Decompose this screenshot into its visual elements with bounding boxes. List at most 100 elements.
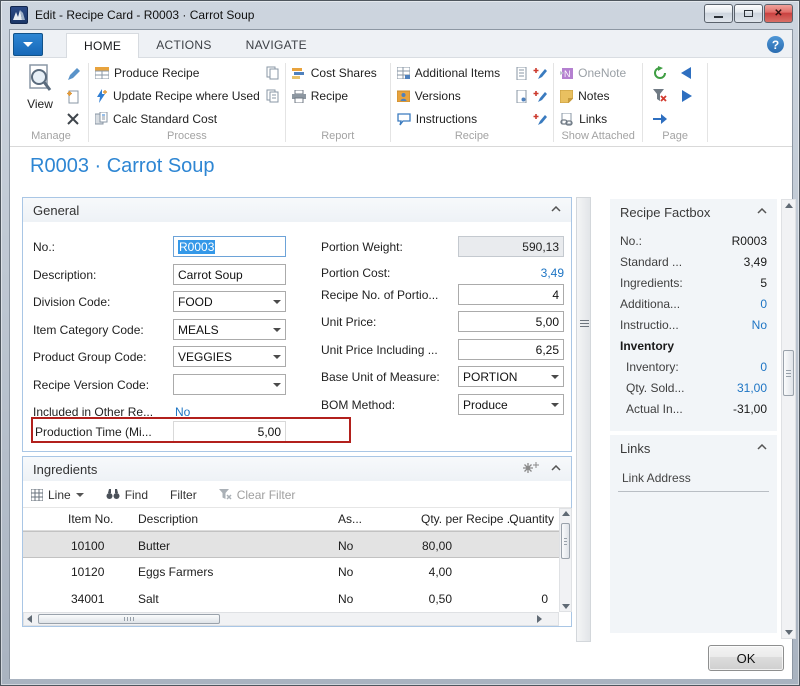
column-as[interactable]: As...: [338, 512, 362, 526]
scrollbar-thumb[interactable]: [783, 350, 794, 396]
included-other-value[interactable]: No: [175, 405, 190, 419]
instructions-button[interactable]: Instructions: [397, 112, 477, 126]
edit-button[interactable]: [64, 65, 82, 83]
chevron-down-icon: [273, 300, 281, 304]
minimize-button[interactable]: [704, 4, 733, 23]
recipe-report-button[interactable]: Recipe: [292, 89, 348, 103]
line-menu-label: Line: [48, 488, 71, 502]
produce-recipe-button[interactable]: Produce Recipe: [95, 66, 199, 80]
note-icon: [560, 90, 573, 103]
versions-button[interactable]: Versions: [397, 89, 461, 103]
report-document-icon[interactable]: [516, 67, 527, 80]
column-item-no[interactable]: Item No.: [68, 512, 113, 526]
clear-filter-button[interactable]: [649, 89, 671, 103]
general-fasttab: General No.: R0003 Description: Carrot S…: [22, 197, 572, 452]
table-row[interactable]: 34001 Salt No 0,50 0: [23, 585, 560, 612]
ribbon: View Manage: [10, 58, 792, 147]
link-address-column[interactable]: Link Address: [622, 471, 691, 485]
go-to-button[interactable]: [649, 114, 671, 124]
description-field[interactable]: Carrot Soup: [173, 264, 286, 285]
find-button[interactable]: Find: [106, 488, 148, 502]
tab-home[interactable]: HOME: [66, 33, 139, 58]
instructions-link[interactable]: No: [752, 318, 767, 332]
maximize-button[interactable]: [734, 4, 763, 23]
factbox-section-header: Inventory: [620, 336, 767, 356]
division-code-value: FOOD: [178, 295, 213, 309]
update-recipe-where-used-button[interactable]: Update Recipe where Used: [95, 89, 260, 103]
production-time-value: 5,00: [258, 425, 281, 439]
delete-button[interactable]: [64, 110, 82, 128]
table-vertical-scrollbar[interactable]: [559, 508, 572, 612]
forward-button[interactable]: [675, 90, 697, 102]
page-content: R0003 · Carrot Soup General No.: R0003 D…: [10, 147, 792, 679]
edit-plus-icon[interactable]: [533, 90, 547, 103]
copy-icon[interactable]: [266, 66, 279, 80]
column-qty-per-recipe[interactable]: Qty. per Recipe ...: [421, 512, 517, 526]
tab-actions[interactable]: ACTIONS: [139, 33, 228, 57]
collapse-chevron-icon[interactable]: [757, 208, 767, 214]
links-button[interactable]: Links: [560, 112, 607, 126]
notes-button[interactable]: Notes: [560, 89, 609, 103]
scrollbar-thumb[interactable]: [561, 523, 570, 559]
refresh-button[interactable]: [649, 66, 671, 80]
column-quantity[interactable]: Quantity: [509, 512, 554, 526]
chevron-down-icon: [551, 403, 559, 407]
view-button[interactable]: View: [20, 61, 60, 130]
collapse-chevron-icon[interactable]: [551, 206, 561, 212]
application-menu-button[interactable]: [13, 33, 43, 56]
clear-filter-label: Clear Filter: [237, 488, 296, 502]
additional-link[interactable]: 0: [760, 297, 767, 311]
product-group-dropdown[interactable]: VEGGIES: [173, 346, 286, 367]
qty-sold-link[interactable]: 31,00: [737, 381, 767, 395]
calc-standard-cost-button[interactable]: Calc Standard Cost: [95, 112, 217, 126]
help-icon[interactable]: ?: [767, 36, 784, 53]
close-button[interactable]: ✕: [764, 4, 793, 23]
column-description[interactable]: Description: [138, 512, 198, 526]
scroll-right-icon: [537, 615, 542, 623]
factbox-row: Additiona...0: [620, 294, 767, 314]
division-code-dropdown[interactable]: FOOD: [173, 291, 286, 312]
factbox-splitter[interactable]: [576, 197, 591, 642]
scrollbar-thumb[interactable]: [38, 614, 220, 624]
table-horizontal-scrollbar[interactable]: [23, 612, 559, 626]
filter-button[interactable]: Filter: [170, 488, 197, 502]
bom-method-dropdown[interactable]: Produce: [458, 394, 564, 415]
ok-button[interactable]: OK: [708, 645, 784, 671]
onenote-button[interactable]: N OneNote: [560, 66, 626, 80]
cell-item-no: 10120: [71, 565, 104, 579]
table-row[interactable]: 10100 Butter No 80,00: [23, 531, 560, 558]
no-value: R0003: [178, 240, 215, 254]
tab-navigate[interactable]: NAVIGATE: [229, 33, 324, 57]
portion-cost-value[interactable]: 3,49: [458, 266, 564, 280]
line-menu-button[interactable]: Line: [31, 488, 84, 502]
ingredients-header[interactable]: Ingredients: [23, 457, 571, 481]
collapse-chevron-icon[interactable]: [757, 444, 767, 450]
recipe-version-dropdown[interactable]: [173, 374, 286, 395]
recipe-portions-field[interactable]: 4: [458, 284, 564, 305]
unit-price-incl-field[interactable]: 6,25: [458, 339, 564, 360]
new-button[interactable]: [64, 88, 82, 106]
edit-plus-icon[interactable]: [533, 67, 547, 80]
grid-icon: [31, 489, 43, 501]
general-header[interactable]: General: [23, 198, 571, 222]
base-unit-dropdown[interactable]: PORTION: [458, 366, 564, 387]
inventory-link[interactable]: 0: [760, 360, 767, 374]
speech-bubble-icon: [397, 113, 411, 126]
version-document-icon[interactable]: [516, 90, 527, 103]
no-field[interactable]: R0003: [173, 236, 286, 257]
customize-gear-icon[interactable]: [523, 462, 539, 476]
back-button[interactable]: [675, 67, 697, 79]
cost-shares-button[interactable]: Cost Shares: [292, 66, 377, 80]
description-value: Carrot Soup: [178, 268, 243, 282]
additional-items-button[interactable]: Additional Items: [397, 66, 500, 80]
edit-plus-icon[interactable]: [533, 113, 547, 126]
production-time-field[interactable]: 5,00: [173, 421, 286, 442]
factbox-scrollbar[interactable]: [781, 199, 796, 639]
unit-price-field[interactable]: 5,00: [458, 311, 564, 332]
clear-filter-button[interactable]: Clear Filter: [219, 488, 296, 502]
copy-icon[interactable]: [266, 89, 279, 103]
collapse-chevron-icon[interactable]: [551, 465, 561, 471]
table-row[interactable]: 10120 Eggs Farmers No 4,00: [23, 558, 560, 585]
factbox-row: No.:R0003: [620, 231, 767, 251]
item-category-dropdown[interactable]: MEALS: [173, 319, 286, 340]
